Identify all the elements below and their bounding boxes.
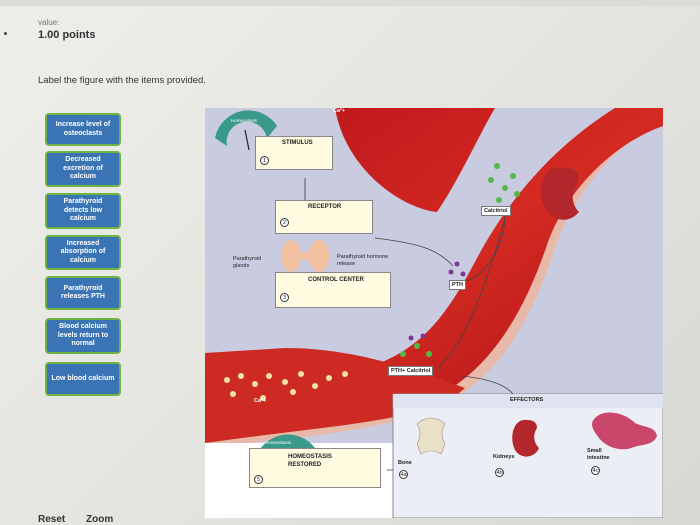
kidneys-label: Kidneys [493, 454, 515, 460]
control-center-number: 3 [280, 293, 289, 302]
label-option-increased-absorption[interactable]: Increased absorption of calcium [45, 235, 121, 270]
homeostasis-restored-title: HOMEOSTASIS RESTORED [288, 454, 332, 468]
effectors-title: EFFECTORS [510, 397, 544, 403]
small-intestine-label: Small intestine [587, 448, 610, 461]
receptor-number: 2 [280, 218, 289, 227]
label-option-decreased-excretion[interactable]: Decreased excretion of calcium [45, 151, 121, 187]
control-center-box: CONTROL CENTER 3 [275, 272, 391, 308]
homeostasis-restored-box: HOMEOSTASIS RESTORED 5 [249, 448, 381, 488]
label-option-parathyroid-releases-pth[interactable]: Parathyroid releases PTH [45, 276, 121, 310]
bone-label: Bone [398, 460, 412, 466]
top-border [0, 0, 700, 6]
label-option-low-blood-calcium[interactable]: Low blood calcium [45, 362, 121, 396]
control-center-title: CONTROL CENTER [308, 277, 364, 283]
kidneys-number: 4b [495, 468, 504, 477]
receptor-box: RECEPTOR 2 [275, 200, 373, 234]
restored-number: 5 [254, 475, 263, 484]
calcitriol-label: Calcitriol [481, 206, 511, 216]
points-value: 1.00 points [38, 29, 96, 41]
intestine-number: 4c [591, 466, 600, 475]
gauge-top-label: Homeostasis [231, 118, 258, 123]
parathyroid-hormone-release-label: Parathyroid hormone release [337, 254, 389, 267]
reset-button[interactable]: Reset [38, 514, 65, 525]
stimulus-title: STIMULUS [282, 140, 313, 146]
pth-calcitriol-label: PTH+ Calcitriol [388, 366, 434, 376]
calcium-mid-label: Ca²+ [254, 398, 267, 404]
stimulus-box: STIMULUS 1 [255, 136, 333, 170]
instruction-text: Label the figure with the items provided… [38, 75, 206, 86]
parathyroid-glands-label: Parathyroid glands [233, 256, 262, 269]
stimulus-number: 1 [260, 156, 269, 165]
bone-drawing [416, 417, 446, 455]
label-option-blood-calcium-normal[interactable]: Blood calcium levels return to normal [45, 318, 121, 354]
gauge-bottom-label: Homeostasis [265, 440, 292, 445]
label-option-increase-osteoclasts[interactable]: Increase level of osteoclasts [45, 113, 121, 146]
calcium-top-label: Ca²+ [333, 108, 346, 114]
pth-label: PTH [449, 280, 466, 290]
value-label: value: [38, 18, 60, 27]
edge-marker [4, 32, 7, 35]
zoom-button[interactable]: Zoom [86, 514, 113, 525]
label-option-parathyroid-detects[interactable]: Parathyroid detects low calcium [45, 193, 121, 229]
bone-number: 4a [399, 470, 408, 479]
receptor-title: RECEPTOR [308, 204, 342, 210]
homeostasis-figure: Ca²+ Homeostasis STIMULUS 1 RECEPTOR 2 P… [205, 108, 663, 518]
